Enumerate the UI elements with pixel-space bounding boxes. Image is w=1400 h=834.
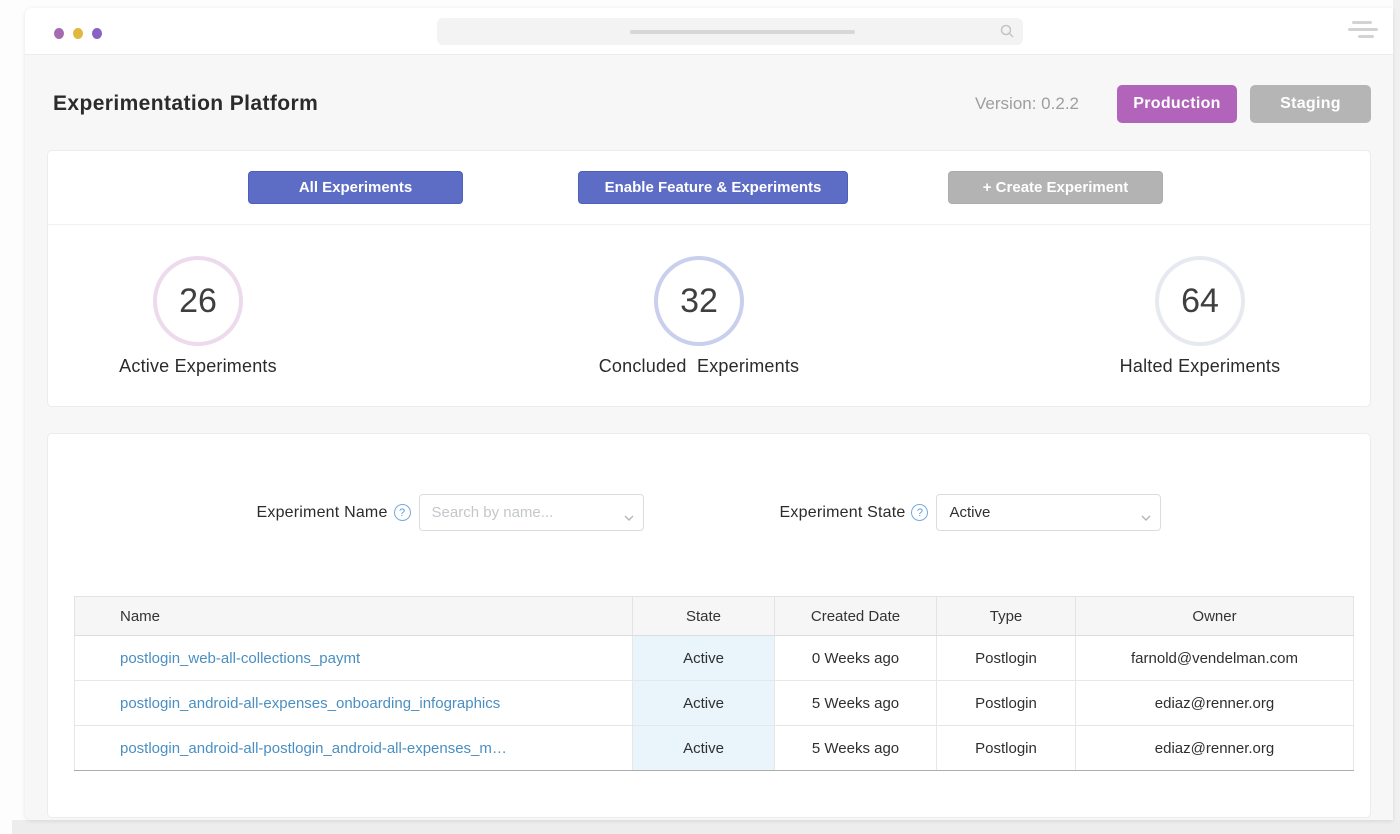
state-cell: Active [633, 681, 775, 726]
experiments-table-wrapper: Name State Created Date Type Owner postl… [74, 596, 1344, 771]
table-row: postlogin_web-all-collections_paymt Acti… [75, 636, 1354, 681]
experiment-link[interactable]: postlogin_android-all-expenses_onboardin… [120, 695, 500, 712]
experiments-card: Experiment Name ? Experiment State ? Act… [47, 433, 1371, 818]
chevron-down-icon [624, 509, 634, 527]
filters-row: Experiment Name ? Experiment State ? Act… [48, 434, 1370, 531]
owner-cell: ediaz@renner.org [1076, 726, 1354, 771]
url-placeholder-line [630, 30, 855, 34]
experiment-state-select[interactable]: Active [936, 494, 1161, 531]
column-header-state: State [633, 597, 775, 636]
stat-label: Concluded Experiments [599, 354, 800, 378]
experiment-link[interactable]: postlogin_android-all-postlogin_android-… [120, 740, 507, 757]
window-control-dot[interactable] [54, 28, 64, 39]
owner-cell: farnold@vendelman.com [1076, 636, 1354, 681]
stat-halted-experiments: 64 Halted Experiments [1060, 256, 1340, 378]
production-button[interactable]: Production [1117, 85, 1237, 123]
stats-row: 26 Active Experiments 32 Concluded Exper… [48, 225, 1370, 406]
stat-value: 32 [680, 282, 718, 321]
page-header: Experimentation Platform Version: 0.2.2 … [25, 55, 1393, 123]
chevron-down-icon [1141, 509, 1151, 527]
created-date-cell: 5 Weeks ago [775, 726, 937, 771]
window-control-dot[interactable] [92, 28, 102, 39]
browser-window: Experimentation Platform Version: 0.2.2 … [25, 8, 1393, 820]
staging-button[interactable]: Staging [1250, 85, 1371, 123]
type-cell: Postlogin [937, 726, 1076, 771]
version-label: Version: 0.2.2 [975, 94, 1079, 114]
state-cell: Active [633, 636, 775, 681]
actions-row: All Experiments Enable Feature & Experim… [48, 151, 1370, 225]
stat-value: 26 [179, 282, 217, 321]
table-header-row: Name State Created Date Type Owner [75, 597, 1354, 636]
window-controls [54, 28, 102, 39]
selected-state: Active [949, 504, 990, 521]
backdrop [1393, 0, 1400, 834]
stat-ring: 32 [654, 256, 744, 346]
question-mark-icon[interactable]: ? [394, 504, 411, 521]
experiment-name-filter: Experiment Name ? [257, 494, 644, 531]
overview-card: All Experiments Enable Feature & Experim… [47, 150, 1371, 407]
column-header-name: Name [75, 597, 633, 636]
search-icon [999, 23, 1015, 44]
experiment-name-label: Experiment Name [257, 504, 388, 522]
backdrop [12, 820, 1400, 834]
owner-cell: ediaz@renner.org [1076, 681, 1354, 726]
experiment-state-label: Experiment State [780, 504, 906, 522]
type-cell: Postlogin [937, 681, 1076, 726]
column-header-owner: Owner [1076, 597, 1354, 636]
experiment-state-filter: Experiment State ? Active [780, 494, 1162, 531]
stat-concluded-experiments: 32 Concluded Experiments [559, 256, 839, 378]
menu-icon[interactable] [1348, 21, 1380, 38]
stat-label: Halted Experiments [1120, 354, 1281, 378]
create-experiment-button[interactable]: + Create Experiment [948, 171, 1163, 204]
stat-value: 64 [1181, 282, 1219, 321]
state-cell: Active [633, 726, 775, 771]
search-input[interactable] [432, 504, 617, 521]
window-control-dot[interactable] [73, 28, 83, 39]
page-title: Experimentation Platform [53, 92, 318, 116]
table-row: postlogin_android-all-postlogin_android-… [75, 726, 1354, 771]
stat-active-experiments: 26 Active Experiments [58, 256, 338, 378]
address-bar[interactable] [437, 18, 1023, 45]
question-mark-icon[interactable]: ? [911, 504, 928, 521]
created-date-cell: 0 Weeks ago [775, 636, 937, 681]
enable-feature-experiments-button[interactable]: Enable Feature & Experiments [578, 171, 848, 204]
experiments-table: Name State Created Date Type Owner postl… [74, 596, 1354, 771]
column-header-type: Type [937, 597, 1076, 636]
created-date-cell: 5 Weeks ago [775, 681, 937, 726]
browser-chrome [25, 8, 1393, 55]
stat-ring: 64 [1155, 256, 1245, 346]
experiment-name-search[interactable] [419, 494, 644, 531]
stat-ring: 26 [153, 256, 243, 346]
experiment-link[interactable]: postlogin_web-all-collections_paymt [120, 650, 360, 667]
column-header-created-date: Created Date [775, 597, 937, 636]
type-cell: Postlogin [937, 636, 1076, 681]
table-row: postlogin_android-all-expenses_onboardin… [75, 681, 1354, 726]
stat-label: Active Experiments [119, 354, 277, 378]
all-experiments-button[interactable]: All Experiments [248, 171, 463, 204]
